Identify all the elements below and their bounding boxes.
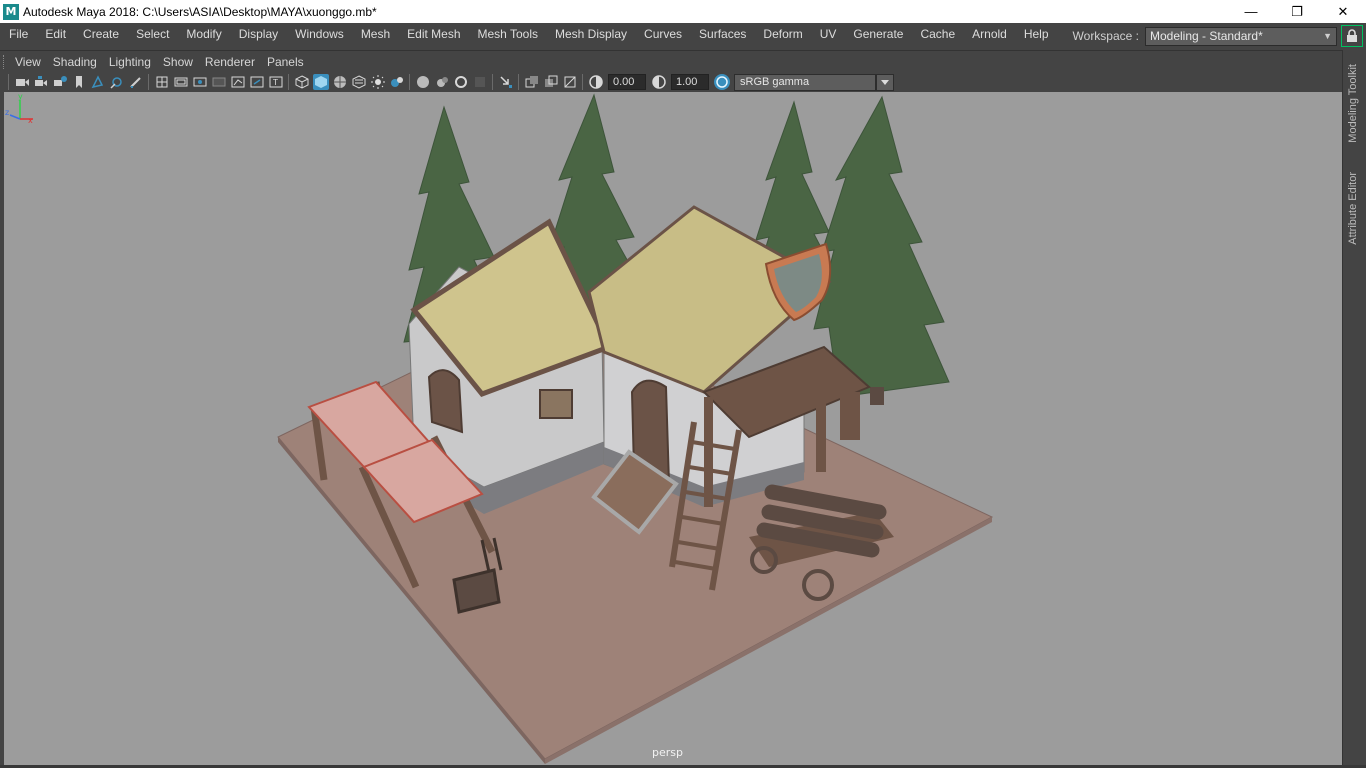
menu-curves[interactable]: Curves [635, 23, 690, 45]
menu-surfaces[interactable]: Surfaces [690, 23, 754, 45]
minimize-button[interactable]: — [1228, 0, 1274, 23]
toolbar-separator [288, 74, 289, 90]
tree-stump [840, 392, 860, 440]
axis-z-label: z [5, 108, 9, 117]
xray-joints-icon[interactable] [543, 74, 559, 90]
axis-x-label: x [28, 116, 33, 124]
color-space-value: sRGB gamma [740, 76, 810, 88]
menu-edit-mesh[interactable]: Edit Mesh [398, 23, 468, 45]
panel-menu-view[interactable]: View [11, 51, 49, 73]
panel-menu-show[interactable]: Show [159, 51, 201, 73]
color-management-icon[interactable] [713, 74, 730, 90]
exposure-icon[interactable] [588, 74, 604, 90]
lights-icon[interactable] [370, 74, 386, 90]
workspace-selector: Workspace : Modeling - Standard* ▼ [1073, 23, 1366, 49]
gamma-icon[interactable] [651, 74, 667, 90]
tab-modeling-toolkit[interactable]: Modeling Toolkit [1347, 64, 1359, 143]
backface-culling-icon[interactable] [562, 74, 578, 90]
grid-icon[interactable] [154, 74, 170, 90]
menu-file[interactable]: File [0, 23, 36, 45]
isolate-icon[interactable] [498, 74, 514, 90]
drag-handle-icon[interactable] [3, 54, 9, 69]
menu-mesh-tools[interactable]: Mesh Tools [469, 23, 546, 45]
toolbar-separator [148, 74, 149, 90]
window-title: Autodesk Maya 2018: C:\Users\ASIA\Deskto… [23, 4, 377, 19]
view-axis-indicator: x y z [5, 92, 33, 124]
menu-mesh[interactable]: Mesh [352, 23, 398, 45]
menu-arnold[interactable]: Arnold [963, 23, 1015, 45]
shaded-wireframe-icon[interactable] [332, 74, 348, 90]
motion-blur-icon[interactable] [434, 74, 450, 90]
menu-help[interactable]: Help [1015, 23, 1057, 45]
scene-render [277, 93, 994, 764]
color-space-dropdown[interactable]: sRGB gamma [734, 73, 876, 91]
svg-text:T: T [272, 78, 278, 87]
toolbar-separator [409, 74, 410, 90]
perspective-viewport[interactable]: persp x y z [4, 92, 1342, 765]
toolbar-separator [492, 74, 493, 90]
grease-pencil-icon[interactable] [128, 74, 144, 90]
field-chart-icon[interactable] [230, 74, 246, 90]
resolution-gate-icon[interactable] [192, 74, 208, 90]
restore-button[interactable]: ❐ [1274, 0, 1320, 23]
menu-windows[interactable]: Windows [286, 23, 352, 45]
menu-mesh-display[interactable]: Mesh Display [546, 23, 635, 45]
camera-icon[interactable] [14, 74, 30, 90]
toolbar-separator [8, 74, 9, 90]
camera-name-label: persp [652, 746, 683, 759]
tab-attribute-editor[interactable]: Attribute Editor [1347, 172, 1359, 245]
shadows-icon[interactable] [389, 74, 405, 90]
xray-icon[interactable] [524, 74, 540, 90]
safe-action-icon[interactable] [249, 74, 265, 90]
maya-app-icon: M [3, 3, 19, 20]
toolbar-separator [582, 74, 583, 90]
exposure-field[interactable]: 0.00 [608, 74, 646, 90]
menu-select[interactable]: Select [127, 23, 177, 45]
menu-uv[interactable]: UV [811, 23, 845, 45]
gamma-field[interactable]: 1.00 [671, 74, 709, 90]
menu-generate[interactable]: Generate [844, 23, 911, 45]
workspace-value: Modeling - Standard* [1150, 29, 1263, 43]
panel-menu-panels[interactable]: Panels [263, 51, 312, 73]
title-bar: M Autodesk Maya 2018: C:\Users\ASIA\Desk… [0, 0, 1366, 23]
film-gate-icon[interactable] [173, 74, 189, 90]
bookmark-icon[interactable] [71, 74, 87, 90]
ambient-occlusion-icon[interactable] [415, 74, 431, 90]
gate-mask-icon[interactable] [211, 74, 227, 90]
two-d-pan-icon[interactable] [109, 74, 125, 90]
menu-deform[interactable]: Deform [754, 23, 810, 45]
menu-cache[interactable]: Cache [911, 23, 963, 45]
panel-menu-shading[interactable]: Shading [49, 51, 105, 73]
anti-aliasing-icon[interactable] [453, 74, 469, 90]
panel-menu-renderer[interactable]: Renderer [201, 51, 263, 73]
toolbar-separator [518, 74, 519, 90]
chevron-down-icon: ▼ [1323, 31, 1332, 41]
arched-window [427, 369, 464, 434]
wireframe-icon[interactable] [294, 74, 310, 90]
image-plane-icon[interactable] [90, 74, 106, 90]
menu-modify[interactable]: Modify [177, 23, 229, 45]
camera-attributes-icon[interactable] [52, 74, 68, 90]
smooth-shade-icon[interactable] [312, 74, 329, 90]
depth-of-field-icon[interactable] [472, 74, 488, 90]
safe-title-icon[interactable]: T [268, 74, 284, 90]
panel-menu-bar: View Shading Lighting Show Renderer Pane… [0, 50, 1342, 72]
viewport-toolbar: T 0.00 1.00 sRGB gamma [0, 72, 1342, 92]
right-side-dock: Modeling Toolkit Attribute Editor [1342, 50, 1366, 768]
menu-edit[interactable]: Edit [36, 23, 74, 45]
textured-icon[interactable] [351, 74, 367, 90]
chevron-down-icon[interactable] [876, 73, 894, 91]
close-button[interactable]: ✕ [1320, 0, 1366, 23]
lock-camera-icon[interactable] [33, 74, 49, 90]
panel-menu-lighting[interactable]: Lighting [105, 51, 159, 73]
lock-icon[interactable] [1341, 25, 1363, 47]
workspace-dropdown[interactable]: Modeling - Standard* ▼ [1145, 26, 1337, 46]
workspace-label: Workspace : [1072, 29, 1139, 43]
menu-create[interactable]: Create [74, 23, 127, 45]
menu-display[interactable]: Display [230, 23, 286, 45]
axis-y-label: y [18, 92, 23, 101]
small-window [539, 389, 573, 419]
